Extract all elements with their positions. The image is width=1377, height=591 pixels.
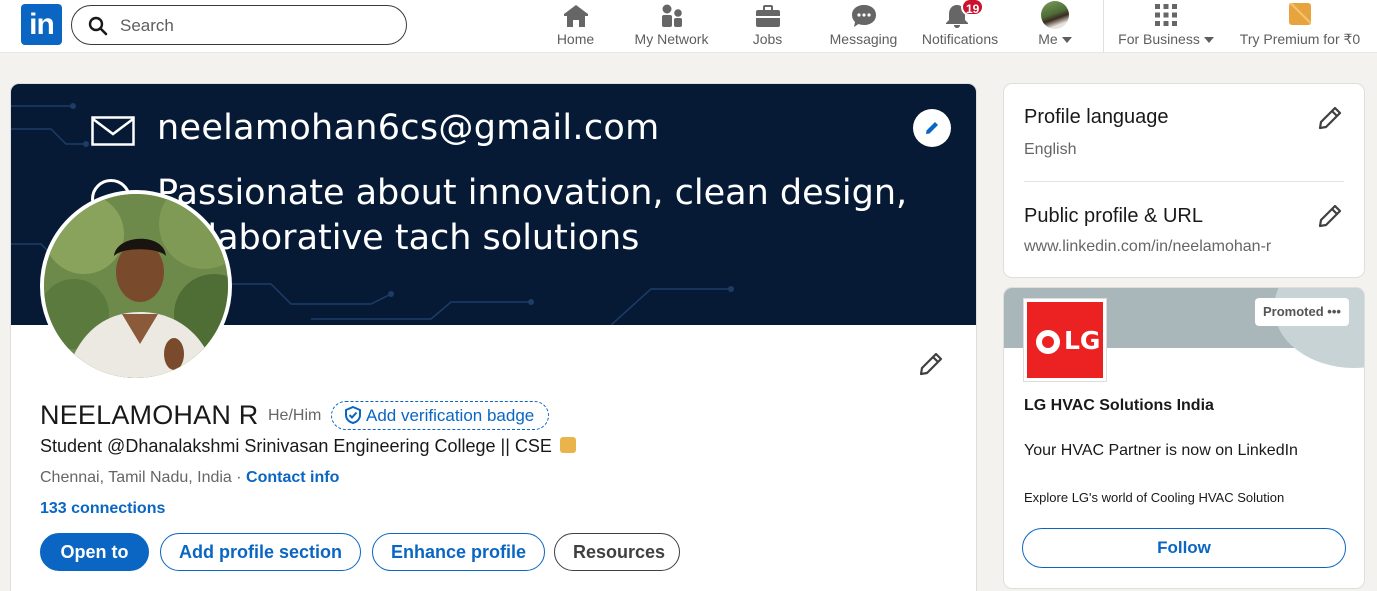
nav-try-premium-label: Try Premium for ₹0 [1239,31,1361,47]
profile-pronouns: He/Him [268,407,322,424]
nav-home-label: Home [556,31,595,47]
open-to-button[interactable]: Open to [40,533,149,571]
promoted-ad-card: Promoted ••• LG LG HVAC Solutions India … [1004,288,1364,588]
edit-intro-pencil-icon[interactable] [917,350,945,378]
edit-banner-button[interactable] [913,109,951,147]
briefcase-icon [755,5,780,27]
profile-headline: Student @Dhanalakshmi Srinivasan Enginee… [40,436,576,457]
enhance-profile-button[interactable]: Enhance profile [372,533,545,571]
connections-link[interactable]: 133 connections [40,500,165,518]
add-profile-section-button[interactable]: Add profile section [160,533,361,571]
nav-me-label: Me [1030,31,1080,47]
profile-language-title: Profile language [1024,106,1169,128]
profile-language-value: English [1024,141,1077,158]
divider [1024,181,1344,182]
profile-card: neelamohan6cs@gmail.com Passionate about… [11,84,976,591]
nav-my-network[interactable]: My Network [630,0,713,53]
network-icon [661,4,682,27]
profile-photo[interactable] [40,190,232,382]
nav-messaging-label: Messaging [829,31,898,47]
lg-logo-mark: LG [1027,302,1103,378]
nav-notifications[interactable]: 19 Notifications [917,0,1003,53]
edit-url-pencil-icon[interactable] [1316,202,1344,230]
email-icon [91,116,135,146]
pencil-icon [926,122,938,134]
nav-try-premium[interactable]: Try Premium for ₹0 [1236,0,1364,53]
nav-for-business[interactable]: For Business [1117,0,1215,53]
nav-messaging[interactable]: Messaging [827,0,900,53]
more-options-icon[interactable]: ••• [1327,304,1341,319]
ad-description: Explore LG's world of Cooling HVAC Solut… [1024,490,1285,505]
nav-divider [1103,0,1104,53]
nav-home[interactable]: Home [548,0,603,53]
search-input[interactable] [120,15,390,37]
banner-tagline-line2: collaborative tach solutions [157,218,640,258]
profile-settings-card: Profile language English Public profile … [1004,84,1364,277]
add-verification-label: Add verification badge [366,406,535,425]
ad-company-name[interactable]: LG HVAC Solutions India [1024,397,1214,415]
lg-logo-text: LG [1064,326,1101,355]
lg-face-icon [1036,330,1060,354]
technologist-emoji-icon [559,437,576,453]
contact-info-link[interactable]: Contact info [246,469,339,486]
linkedin-logo[interactable]: in [21,4,62,45]
public-profile-url-value: www.linkedin.com/in/neelamohan-r [1024,238,1272,255]
profile-photo-image [44,194,228,378]
nav-my-network-label: My Network [634,31,709,47]
banner-tagline-line1: Passionate about innovation, clean desig… [157,173,908,213]
notification-count-badge: 19 [961,0,985,16]
nav-for-business-label: For Business [1117,31,1215,47]
premium-icon [1289,3,1311,25]
messaging-icon [851,5,876,27]
grid-icon [1155,4,1177,26]
nav-jobs-label: Jobs [752,31,783,47]
top-nav: in Home My Network Jobs Messaging 19 Not… [0,0,1377,53]
nav-me[interactable]: Me [1030,0,1080,53]
home-icon [563,5,588,27]
lg-logo[interactable]: LG [1023,298,1107,382]
promoted-label[interactable]: Promoted ••• [1255,298,1349,326]
public-profile-url-title: Public profile & URL [1024,205,1203,227]
edit-language-pencil-icon[interactable] [1316,104,1344,132]
search-box[interactable] [71,5,407,45]
follow-button[interactable]: Follow [1022,528,1346,568]
profile-name: NEELAMOHAN R [40,400,259,430]
nav-jobs[interactable]: Jobs [745,0,790,53]
caret-down-icon [1203,37,1214,44]
resources-button[interactable]: Resources [554,533,680,571]
caret-down-icon [1061,37,1072,44]
profile-location: Chennai, Tamil Nadu, India · Contact inf… [40,469,340,486]
ad-tagline: Your HVAC Partner is now on LinkedIn [1024,442,1298,459]
search-icon [88,16,108,36]
avatar [1041,1,1069,29]
shield-check-icon [345,405,361,425]
nav-notifications-label: Notifications [921,31,999,47]
add-verification-badge-button[interactable]: Add verification badge [331,401,550,430]
banner-email: neelamohan6cs@gmail.com [157,108,660,148]
